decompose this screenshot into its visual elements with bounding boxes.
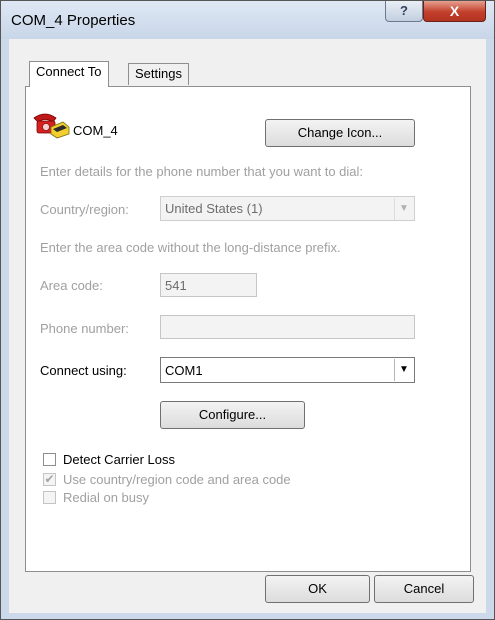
- close-icon: X: [449, 3, 460, 19]
- area-code-label: Area code:: [40, 278, 103, 293]
- title-bar[interactable]: COM_4 Properties ? X: [1, 1, 494, 39]
- tab-settings-label: Settings: [135, 66, 182, 81]
- area-code-hint: Enter the area code without the long-dis…: [40, 240, 341, 255]
- dropdown-arrow-icon[interactable]: ▼: [394, 359, 413, 381]
- properties-dialog: COM_4 Properties ? X Connect To Settings…: [0, 0, 495, 620]
- country-select[interactable]: United States (1) ▼: [160, 196, 415, 221]
- connect-using-label: Connect using:: [40, 363, 127, 378]
- dialog-client-area: Connect To Settings COM_4 Change Icon...…: [9, 39, 486, 613]
- cancel-button[interactable]: Cancel: [374, 575, 474, 603]
- help-icon: ?: [400, 3, 408, 18]
- area-code-value: 541: [165, 278, 187, 293]
- detect-carrier-loss-checkbox[interactable]: [43, 453, 56, 466]
- use-country-code-label: Use country/region code and area code: [63, 472, 291, 487]
- close-button[interactable]: X: [423, 1, 486, 22]
- area-code-field[interactable]: 541: [160, 273, 257, 297]
- country-select-value: United States (1): [165, 201, 263, 216]
- window-title: COM_4 Properties: [11, 12, 136, 29]
- dial-details-hint: Enter details for the phone number that …: [40, 164, 364, 179]
- redial-on-busy-label: Redial on busy: [63, 490, 149, 505]
- change-icon-button[interactable]: Change Icon...: [265, 119, 415, 147]
- detect-carrier-loss-label: Detect Carrier Loss: [63, 452, 175, 467]
- tab-settings[interactable]: Settings: [128, 63, 189, 85]
- phone-icon: [33, 113, 70, 139]
- country-label: Country/region:: [40, 202, 129, 217]
- phone-number-field[interactable]: [160, 315, 415, 339]
- help-button[interactable]: ?: [385, 1, 423, 22]
- chevron-down-icon: ▼: [394, 198, 413, 220]
- connect-using-select[interactable]: COM1 ▼: [160, 357, 415, 383]
- connect-using-value: COM1: [165, 363, 203, 378]
- use-country-code-checkbox[interactable]: ✔: [43, 473, 56, 486]
- configure-button[interactable]: Configure...: [160, 401, 305, 429]
- ok-button[interactable]: OK: [265, 575, 370, 603]
- tab-connect-to-label: Connect To: [36, 64, 102, 79]
- phone-number-label: Phone number:: [40, 321, 129, 336]
- tab-connect-to[interactable]: Connect To: [29, 61, 109, 87]
- connection-name: COM_4: [73, 123, 118, 138]
- redial-on-busy-checkbox[interactable]: [43, 491, 56, 504]
